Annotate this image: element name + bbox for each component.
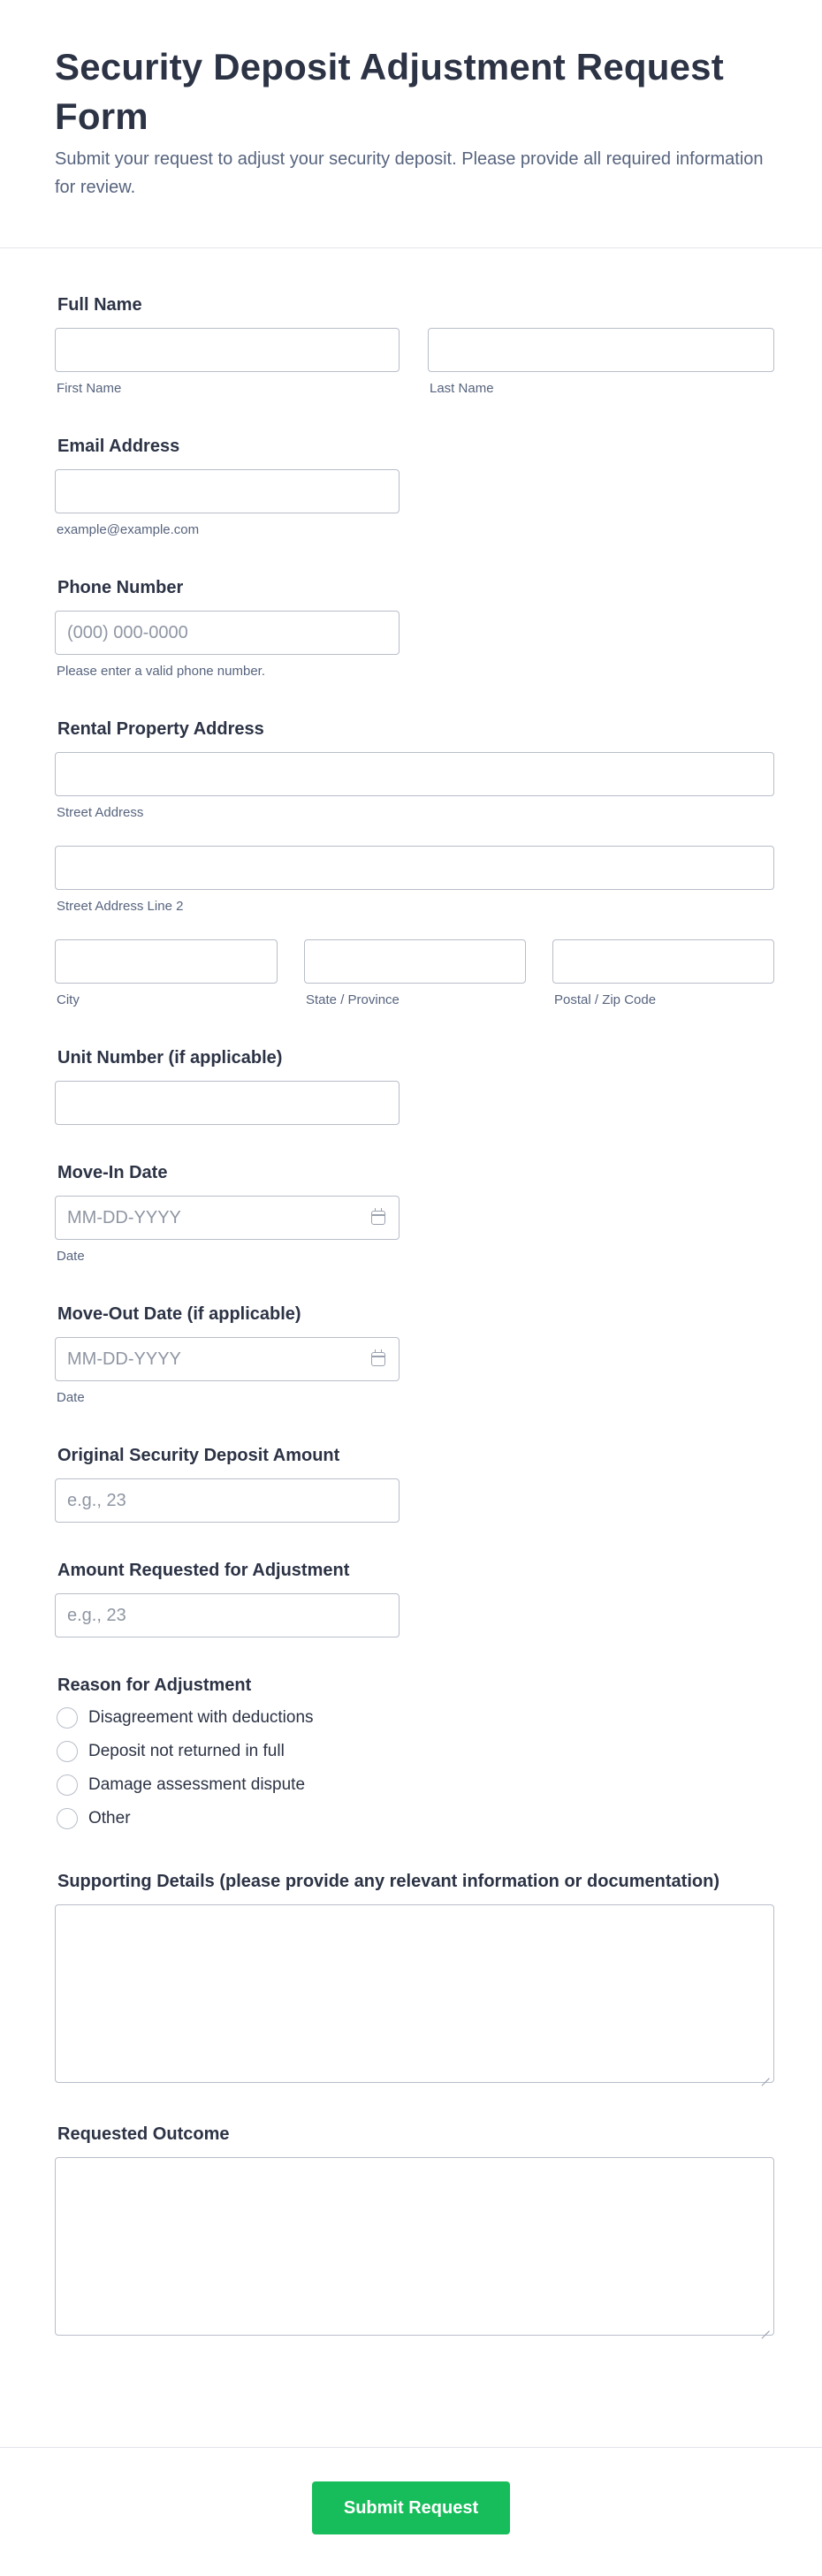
email-input[interactable] <box>55 469 400 513</box>
first-name-sublabel: First Name <box>57 381 122 396</box>
move-out-field: Move-Out Date (if applicable) MM-DD-YYYY… <box>55 1303 774 1406</box>
move-out-label: Move-Out Date (if applicable) <box>57 1304 301 1324</box>
form-title: Security Deposit Adjustment Request Form <box>55 46 724 137</box>
move-out-sublabel: Date <box>57 1390 85 1405</box>
original-deposit-field: Original Security Deposit Amount e.g., 2… <box>55 1445 774 1523</box>
radio-button[interactable] <box>57 1707 78 1729</box>
reason-label: Reason for Adjustment <box>57 1676 252 1695</box>
radio-button[interactable] <box>57 1741 78 1762</box>
reason-option-label: Damage assessment dispute <box>88 1775 306 1794</box>
form-header: Security Deposit Adjustment Request Form… <box>0 0 822 248</box>
email-field: Email Address example@example.com <box>55 436 774 538</box>
form-body: Full Name First Name Last Name Email Add… <box>0 294 822 2336</box>
outcome-label: Requested Outcome <box>57 2124 230 2144</box>
reason-option[interactable]: Damage assessment dispute <box>57 1768 774 1802</box>
reason-option-label: Disagreement with deductions <box>88 1708 314 1727</box>
details-textarea[interactable] <box>55 1904 774 2083</box>
unit-input[interactable] <box>55 1081 400 1125</box>
zip-sublabel: Postal / Zip Code <box>554 992 657 1007</box>
outcome-field: Requested Outcome <box>55 2124 774 2336</box>
form-footer: Submit Request <box>0 2447 822 2576</box>
city-sublabel: City <box>57 992 80 1007</box>
unit-label: Unit Number (if applicable) <box>57 1048 283 1068</box>
move-in-placeholder: MM-DD-YYYY <box>67 1207 181 1227</box>
street-address-line2-sublabel: Street Address Line 2 <box>57 899 184 914</box>
phone-placeholder: (000) 000-0000 <box>67 622 188 642</box>
state-input[interactable] <box>304 939 526 984</box>
phone-field: Phone Number (000) 000-0000 Please enter… <box>55 577 774 680</box>
form-description: Submit your request to adjust your secur… <box>55 149 764 197</box>
first-name-input[interactable] <box>55 328 400 372</box>
requested-amount-placeholder: e.g., 23 <box>67 1605 126 1625</box>
move-out-placeholder: MM-DD-YYYY <box>67 1349 181 1369</box>
move-in-label: Move-In Date <box>57 1163 168 1182</box>
calendar-icon[interactable] <box>371 1208 385 1225</box>
submit-button[interactable]: Submit Request <box>312 2481 510 2534</box>
details-field: Supporting Details (please provide any r… <box>55 1871 774 2083</box>
original-deposit-input[interactable]: e.g., 23 <box>55 1478 400 1523</box>
email-sublabel: example@example.com <box>57 522 200 537</box>
phone-label: Phone Number <box>57 578 184 597</box>
last-name-input[interactable] <box>428 328 774 372</box>
original-deposit-placeholder: e.g., 23 <box>67 1490 126 1510</box>
resize-handle-icon[interactable] <box>761 2070 770 2078</box>
reason-option[interactable]: Other <box>57 1802 774 1835</box>
reason-option[interactable]: Deposit not returned in full <box>57 1735 774 1768</box>
calendar-icon[interactable] <box>371 1349 385 1366</box>
radio-button[interactable] <box>57 1808 78 1829</box>
requested-amount-label: Amount Requested for Adjustment <box>57 1561 350 1580</box>
street-address-sublabel: Street Address <box>57 805 144 820</box>
street-address-input[interactable] <box>55 752 774 796</box>
original-deposit-label: Original Security Deposit Amount <box>57 1446 340 1465</box>
city-input[interactable] <box>55 939 278 984</box>
move-in-date-input[interactable]: MM-DD-YYYY <box>55 1196 400 1240</box>
zip-input[interactable] <box>552 939 774 984</box>
move-out-date-input[interactable]: MM-DD-YYYY <box>55 1337 400 1381</box>
state-sublabel: State / Province <box>306 992 400 1007</box>
phone-sublabel: Please enter a valid phone number. <box>57 664 265 679</box>
move-in-sublabel: Date <box>57 1249 85 1264</box>
requested-amount-input[interactable]: e.g., 23 <box>55 1593 400 1638</box>
full-name-field: Full Name First Name Last Name <box>55 294 774 397</box>
move-in-field: Move-In Date MM-DD-YYYY Date <box>55 1162 774 1265</box>
phone-input[interactable]: (000) 000-0000 <box>55 611 400 655</box>
email-label: Email Address <box>57 437 180 456</box>
details-label: Supporting Details (please provide any r… <box>57 1872 719 1891</box>
outcome-textarea[interactable] <box>55 2157 774 2336</box>
address-label: Rental Property Address <box>57 719 264 739</box>
street-address-line2-input[interactable] <box>55 846 774 890</box>
reason-option-label: Deposit not returned in full <box>88 1742 285 1760</box>
reason-option-label: Other <box>88 1809 131 1828</box>
full-name-label: Full Name <box>57 295 142 315</box>
radio-button[interactable] <box>57 1774 78 1796</box>
requested-amount-field: Amount Requested for Adjustment e.g., 23 <box>55 1560 774 1638</box>
last-name-sublabel: Last Name <box>430 381 494 396</box>
resize-handle-icon[interactable] <box>761 2322 770 2331</box>
unit-field: Unit Number (if applicable) <box>55 1047 774 1125</box>
address-field: Rental Property Address Street Address S… <box>55 718 774 1008</box>
reason-option[interactable]: Disagreement with deductions <box>57 1701 774 1735</box>
reason-field: Reason for Adjustment Disagreement with … <box>55 1675 774 1835</box>
